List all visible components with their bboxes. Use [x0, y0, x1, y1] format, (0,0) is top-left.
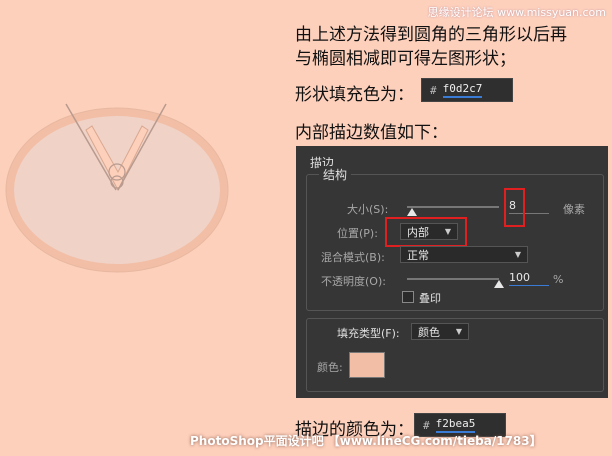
opacity-unit: % — [553, 273, 564, 286]
opacity-slider[interactable] — [407, 278, 499, 280]
blend-mode-select[interactable]: 正常 ▼ — [400, 246, 528, 263]
intro-line-2: 与椭圆相减即可得左图形状； — [295, 49, 516, 69]
size-highlight-box — [504, 188, 525, 227]
fill-type-select[interactable]: 颜色 ▼ — [411, 323, 469, 340]
size-unit: 像素 — [563, 203, 585, 216]
chevron-down-icon: ▼ — [455, 327, 462, 336]
blend-mode-label: 混合模式(B): — [321, 251, 385, 264]
bottom-watermark: PhotoShop平面设计吧 【www.lineCG.com/tieba/178… — [190, 434, 542, 448]
position-highlight-box — [385, 217, 467, 247]
fill-type-label: 填充类型(F): — [337, 327, 400, 340]
intro-line-1: 由上述方法得到圆角的三角形以后再 — [295, 25, 567, 45]
stroke-panel: 描边 结构 大小(S): 8 像素 位置(P): 内部 ▼ 混合模式(B): 正… — [296, 146, 608, 398]
stroke-hex-value: f2bea5 — [435, 417, 476, 433]
ellipse-shape — [6, 108, 228, 272]
opacity-slider-thumb[interactable] — [494, 280, 504, 288]
fill-hex-field[interactable]: # f0d2c7 — [421, 78, 513, 102]
fill-type-value: 颜色 — [418, 325, 440, 339]
shape-illustration — [5, 103, 229, 273]
opacity-input[interactable]: 100 — [509, 271, 549, 286]
size-label: 大小(S): — [347, 203, 389, 216]
watermark-top: 思缘设计论坛 www.missyuan.com — [427, 6, 606, 19]
structure-group: 结构 大小(S): 8 像素 位置(P): 内部 ▼ 混合模式(B): 正常 ▼… — [306, 166, 604, 311]
fill-color-label: 形状填充色为： — [295, 85, 414, 105]
chevron-down-icon: ▼ — [514, 250, 521, 259]
structure-label: 结构 — [319, 166, 352, 183]
overprint-label: 叠印 — [419, 292, 441, 305]
size-slider[interactable] — [407, 206, 499, 208]
hash-symbol: # — [423, 418, 430, 432]
opacity-label: 不透明度(O): — [321, 275, 386, 288]
inner-stroke-label: 内部描边数值如下： — [295, 123, 448, 143]
position-label: 位置(P): — [337, 227, 378, 240]
size-slider-thumb[interactable] — [406, 208, 417, 216]
fill-type-group: 填充类型(F): 颜色 ▼ 颜色: — [306, 318, 604, 392]
stroke-color-swatch[interactable] — [349, 352, 385, 378]
hash-symbol: # — [430, 83, 437, 97]
blend-mode-value: 正常 — [407, 248, 429, 262]
fill-hex-value: f0d2c7 — [442, 82, 483, 98]
color-label: 颜色: — [317, 361, 343, 374]
overprint-checkbox[interactable] — [402, 291, 414, 303]
